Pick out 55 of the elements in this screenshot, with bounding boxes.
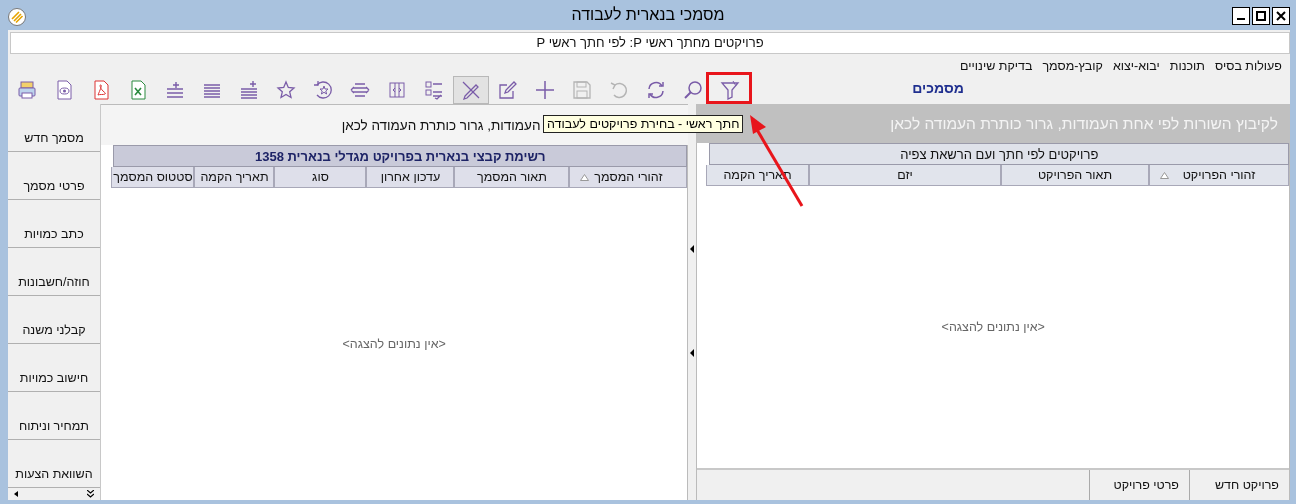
plus-icon	[535, 80, 555, 100]
spreadsheet-icon	[128, 80, 148, 100]
column-header[interactable]: סוג	[274, 167, 367, 188]
window-title: מסמכי בנארית לעבודה	[571, 6, 725, 24]
lines-plus-icon	[239, 80, 259, 100]
undo-icon	[609, 80, 629, 100]
grid-band-header: רשימת קבצי בנארית בפרויקט מגדלי בנארית 1358	[112, 145, 688, 167]
empty-grid-message: <אין נתונים להצגה>	[941, 320, 1045, 334]
star-icon	[276, 80, 296, 100]
subtitle-text: פרויקטים מחתך ראשי P: לפי חתך ראשי P	[536, 35, 764, 50]
search-icon	[683, 80, 703, 100]
app-logo-icon	[8, 8, 26, 26]
sort-ascending-icon	[1160, 172, 1169, 179]
scroll-down-icon[interactable]	[86, 490, 94, 498]
menu-item[interactable]: יבוא-יצוא	[1112, 59, 1160, 73]
column-header[interactable]: זהורי המסמך	[569, 167, 688, 188]
maximize-button[interactable]	[1252, 7, 1270, 25]
minimize-icon	[1237, 18, 1245, 20]
group-by-hint: העמודות, גרור כותרת העמודה לכאן	[341, 117, 541, 133]
pdf-icon	[91, 80, 111, 100]
scroll-left-icon[interactable]	[14, 491, 18, 497]
maximize-icon	[1256, 11, 1266, 21]
menu-item[interactable]: פעולות בסיס	[1215, 59, 1282, 73]
menu-item[interactable]: קובץ-מסמך	[1042, 59, 1103, 73]
printer-icon	[17, 80, 37, 100]
pencil-square-icon	[498, 80, 518, 100]
minimize-button[interactable]	[1232, 7, 1250, 25]
menu-item[interactable]: תוכנות	[1169, 59, 1205, 73]
column-header[interactable]: סטטוס המסמך	[111, 167, 195, 188]
filter-icon	[720, 80, 740, 100]
close-icon	[1276, 11, 1286, 21]
lines-plus-icon	[165, 80, 185, 100]
column-header[interactable]: יזם	[809, 165, 1001, 186]
sort-ascending-icon	[580, 174, 590, 181]
highlight-box	[706, 72, 752, 104]
column-header[interactable]: תאור הפרויקט	[1001, 165, 1149, 186]
crossed-pencil-button[interactable]	[453, 76, 489, 104]
empty-grid-message: <אין נתונים להצגה>	[342, 337, 446, 351]
column-header[interactable]: עדכון אחרון	[366, 167, 455, 188]
column-header[interactable]: תאור המסמך	[454, 167, 570, 188]
star-arrow-icon	[313, 80, 333, 100]
grid-band-header: פרויקטים לפי חתך ועם הרשאת צפיה	[709, 143, 1289, 165]
save-icon	[572, 80, 592, 100]
checklist-icon	[424, 80, 444, 100]
menu-item[interactable]: בדיקת שינויים	[960, 59, 1033, 73]
align-lines-icon	[350, 80, 370, 100]
close-button[interactable]	[1272, 7, 1290, 25]
refresh-icon	[646, 80, 666, 100]
section-title: מסמכים	[912, 80, 964, 96]
tooltip: חתך ראשי - בחירת פרויקטים לעבודה	[543, 115, 744, 133]
column-expand-icon	[387, 80, 407, 100]
crossed-pencil-icon	[461, 80, 481, 100]
column-header[interactable]: זהורי הפרויקט	[1149, 165, 1289, 186]
eye-document-icon	[54, 80, 74, 100]
column-header[interactable]: תאריך הקמה	[194, 167, 275, 188]
